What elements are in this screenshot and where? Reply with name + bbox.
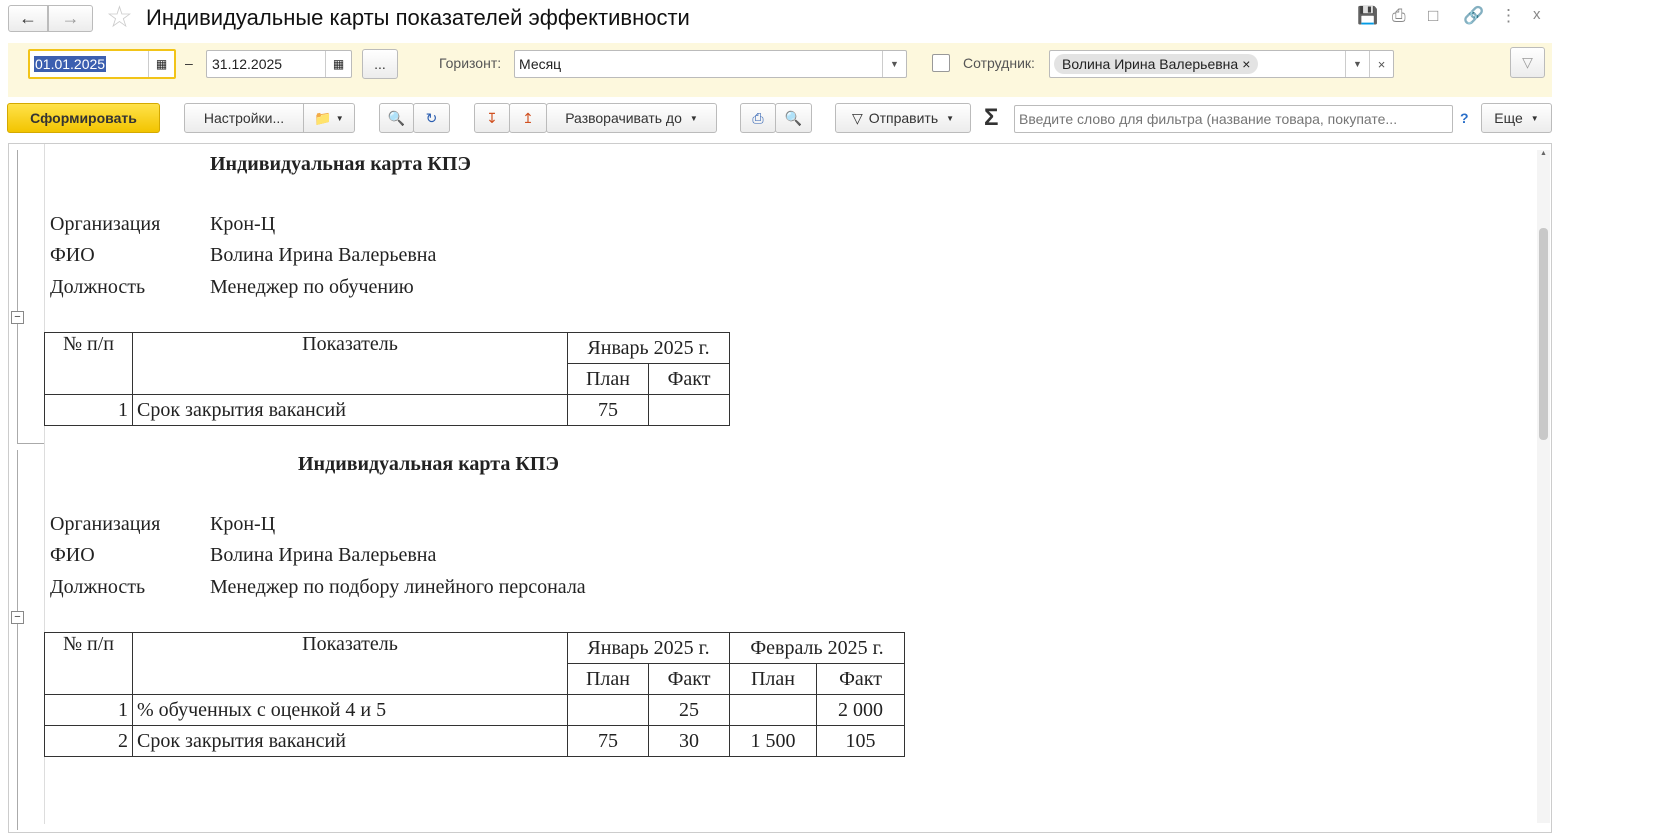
- header-plan: План: [567, 663, 649, 695]
- more-button[interactable]: Еще ▼: [1481, 103, 1552, 133]
- variants-button[interactable]: 📁 ▼: [303, 103, 355, 133]
- header-month: Февраль 2025 г.: [729, 632, 905, 664]
- search-button[interactable]: 🔍: [379, 103, 414, 133]
- scrollbar-thumb[interactable]: [1539, 228, 1548, 440]
- fio-value: Волина Ирина Валерьевна: [210, 544, 437, 566]
- collapse-group-icon[interactable]: −: [11, 611, 24, 624]
- header-num: № п/п: [44, 632, 133, 695]
- row-indicator: % обученных с оценкой 4 и 5: [132, 694, 568, 726]
- favorite-star-icon[interactable]: ☆: [106, 0, 133, 35]
- help-link[interactable]: ?: [1460, 110, 1469, 126]
- card-title: Индивидуальная карта КПЭ: [298, 453, 559, 475]
- employee-label: Сотрудник:: [963, 55, 1035, 71]
- back-button[interactable]: ←: [8, 5, 48, 32]
- send-icon: ▽: [851, 109, 863, 126]
- fio-value: Волина Ирина Валерьевна: [210, 244, 437, 266]
- remove-tag-icon[interactable]: ×: [1242, 56, 1250, 72]
- page-title: Индивидуальные карты показателей эффекти…: [146, 5, 690, 30]
- clear-icon[interactable]: ×: [1369, 51, 1393, 77]
- calendar-icon[interactable]: ▦: [325, 51, 351, 77]
- row-num: 1: [44, 394, 133, 426]
- print-icon[interactable]: ⎙: [1392, 6, 1406, 26]
- search-next-button[interactable]: ↻: [413, 103, 450, 133]
- fio-label: ФИО: [50, 244, 95, 266]
- row-indicator: Срок закрытия вакансий: [132, 725, 568, 757]
- position-label: Должность: [50, 276, 146, 298]
- employee-tag[interactable]: Волина Ирина Валерьевна ×: [1054, 54, 1259, 74]
- sum-icon[interactable]: Σ: [984, 104, 998, 132]
- more-vert-icon[interactable]: ⋮: [1500, 6, 1517, 26]
- cell-fact: 105: [816, 725, 905, 757]
- period-select-button[interactable]: ...: [362, 49, 398, 79]
- org-value: Крон-Ц: [210, 213, 276, 235]
- date-separator: –: [185, 55, 193, 71]
- position-value: Менеджер по подбору линейного персонала: [210, 576, 586, 598]
- header-fact: Факт: [648, 663, 730, 695]
- cell-plan: 1 500: [729, 725, 817, 757]
- header-fact: Факт: [648, 363, 730, 395]
- cell-plan: 75: [567, 394, 649, 426]
- org-value: Крон-Ц: [210, 513, 276, 535]
- calendar-icon[interactable]: ▦: [148, 51, 174, 77]
- header-month: Январь 2025 г.: [567, 632, 730, 664]
- chevron-down-icon[interactable]: ▼: [1345, 51, 1369, 77]
- collapse-group-icon[interactable]: −: [11, 311, 24, 324]
- header-indicator: Показатель: [132, 632, 568, 695]
- scroll-up-icon[interactable]: ▲: [1537, 150, 1550, 157]
- header-indicator: Показатель: [132, 332, 568, 395]
- cell-fact: [648, 394, 730, 426]
- header-month: Январь 2025 г.: [567, 332, 730, 364]
- position-label: Должность: [50, 576, 146, 598]
- org-label: Организация: [50, 513, 161, 535]
- chevron-down-icon[interactable]: ▼: [882, 51, 906, 77]
- print-preview-button[interactable]: 🔍: [775, 103, 812, 133]
- header-plan: План: [729, 663, 817, 695]
- group-line: [17, 450, 18, 830]
- cell-plan: [567, 694, 649, 726]
- card-title: Индивидуальная карта КПЭ: [210, 153, 471, 175]
- expand-all-button[interactable]: ↧: [474, 103, 510, 133]
- table-row: 1% обученных с оценкой 4 и 5 25 2 000: [44, 694, 905, 726]
- table-row: 1 Срок закрытия вакансий 75: [44, 394, 730, 426]
- header-num: № п/п: [44, 332, 133, 395]
- cell-plan: 75: [567, 725, 649, 757]
- row-num: 2: [44, 725, 133, 757]
- header-fact: Факт: [816, 663, 905, 695]
- report-filter-input[interactable]: [1014, 105, 1453, 133]
- print-button[interactable]: ⎙: [740, 103, 776, 133]
- date-to-field[interactable]: 31.12.2025 ▦: [206, 50, 352, 78]
- cell-fact: 2 000: [816, 694, 905, 726]
- kpi-table: № п/п Показатель Январь 2025 г. План Факт 1…: [44, 332, 730, 426]
- row-num: 1: [44, 694, 133, 726]
- expand-to-button[interactable]: Разворачивать до ▼: [546, 103, 717, 133]
- table-row: 2 Срок закрытия вакансий 75 30 1 500 105: [44, 725, 905, 757]
- group-line: [17, 150, 44, 444]
- settings-button[interactable]: Настройки...: [184, 103, 304, 133]
- send-button[interactable]: ▽ Отправить ▼: [835, 103, 971, 133]
- employee-field[interactable]: Волина Ирина Валерьевна × ▼ ×: [1049, 50, 1394, 78]
- preview-icon[interactable]: □: [1428, 6, 1438, 26]
- folder-icon: 📁: [314, 109, 332, 126]
- org-label: Организация: [50, 213, 161, 235]
- forward-button[interactable]: →: [48, 5, 93, 32]
- position-value: Менеджер по обучению: [210, 276, 414, 298]
- row-indicator: Срок закрытия вакансий: [132, 394, 568, 426]
- scrollbar[interactable]: ▲: [1537, 150, 1550, 823]
- header-plan: План: [567, 363, 649, 395]
- close-icon[interactable]: x: [1533, 6, 1541, 23]
- collapse-all-button[interactable]: ↥: [509, 103, 547, 133]
- kpi-table: № п/п Показатель Январь 2025 г. Февраль 202…: [44, 632, 905, 757]
- save-icon[interactable]: 💾: [1357, 6, 1378, 26]
- cell-fact: 25: [648, 694, 730, 726]
- cell-fact: 30: [648, 725, 730, 757]
- fio-label: ФИО: [50, 544, 95, 566]
- cell-plan: [729, 694, 817, 726]
- filter-settings-button[interactable]: ▽: [1510, 47, 1545, 78]
- employee-checkbox[interactable]: [932, 54, 950, 72]
- date-from-field[interactable]: 01.01.2025 ▦: [28, 49, 176, 79]
- horizon-label: Горизонт:: [439, 55, 502, 71]
- horizon-select[interactable]: Месяц ▼: [514, 50, 907, 78]
- generate-button[interactable]: Сформировать: [7, 103, 160, 133]
- link-icon[interactable]: 🔗: [1463, 6, 1484, 26]
